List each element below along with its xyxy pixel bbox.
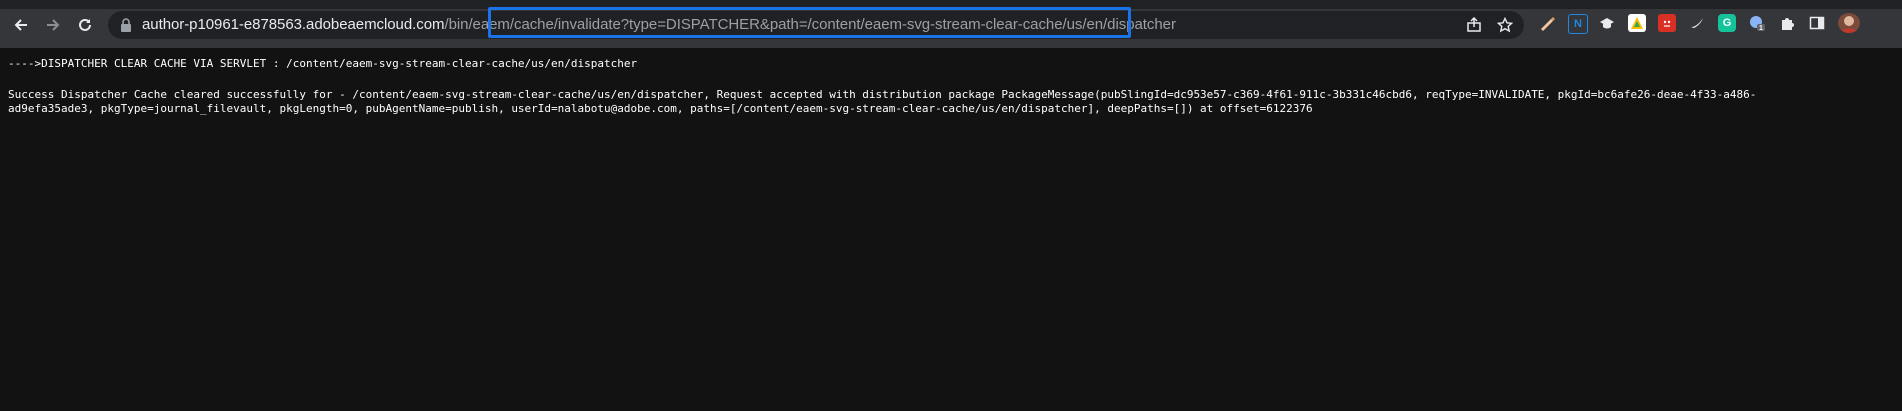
url-highlight-box (488, 7, 1131, 38)
lock-icon (121, 18, 131, 32)
share-icon (1467, 17, 1481, 32)
g-extension-icon[interactable]: G (1718, 14, 1736, 32)
back-button[interactable] (7, 11, 35, 39)
puzzle-extensions-icon[interactable] (1778, 14, 1796, 32)
triangle-extension-icon[interactable] (1628, 14, 1646, 32)
forward-icon (47, 19, 60, 31)
red-face-extension-icon[interactable] (1658, 14, 1676, 32)
star-icon (1497, 17, 1513, 33)
forward-button[interactable] (39, 11, 67, 39)
globe-extension-icon[interactable]: 1 (1748, 14, 1766, 32)
reload-icon (79, 18, 91, 31)
browser-toolbar: author-p10961-e878563.adobeaemcloud.com/… (0, 0, 1902, 48)
url-host: author-p10961-e878563.adobeaemcloud.com (142, 16, 445, 33)
servlet-header-line: ---->DISPATCHER CLEAR CACHE VIA SERVLET … (8, 57, 638, 70)
bookmark-star-button[interactable] (1495, 15, 1515, 35)
globe-extension-badge: 1 (1759, 25, 1763, 32)
n-extension-icon[interactable]: N (1568, 14, 1588, 34)
page-content: ---->DISPATCHER CLEAR CACHE VIA SERVLET … (8, 57, 1894, 115)
hat-extension-icon[interactable] (1598, 14, 1616, 32)
bird-extension-icon[interactable] (1688, 14, 1706, 32)
share-button[interactable] (1464, 15, 1484, 35)
sidepanel-icon[interactable] (1808, 14, 1826, 32)
pen-extension-icon[interactable] (1538, 14, 1556, 32)
success-message-line-1: Success Dispatcher Cache cleared success… (8, 88, 1757, 101)
profile-avatar[interactable] (1838, 13, 1860, 33)
success-message-line-2: ad9efa35ade3, pkgType=journal_filevault,… (8, 102, 1313, 115)
back-icon (14, 19, 27, 31)
reload-button[interactable] (71, 11, 99, 39)
